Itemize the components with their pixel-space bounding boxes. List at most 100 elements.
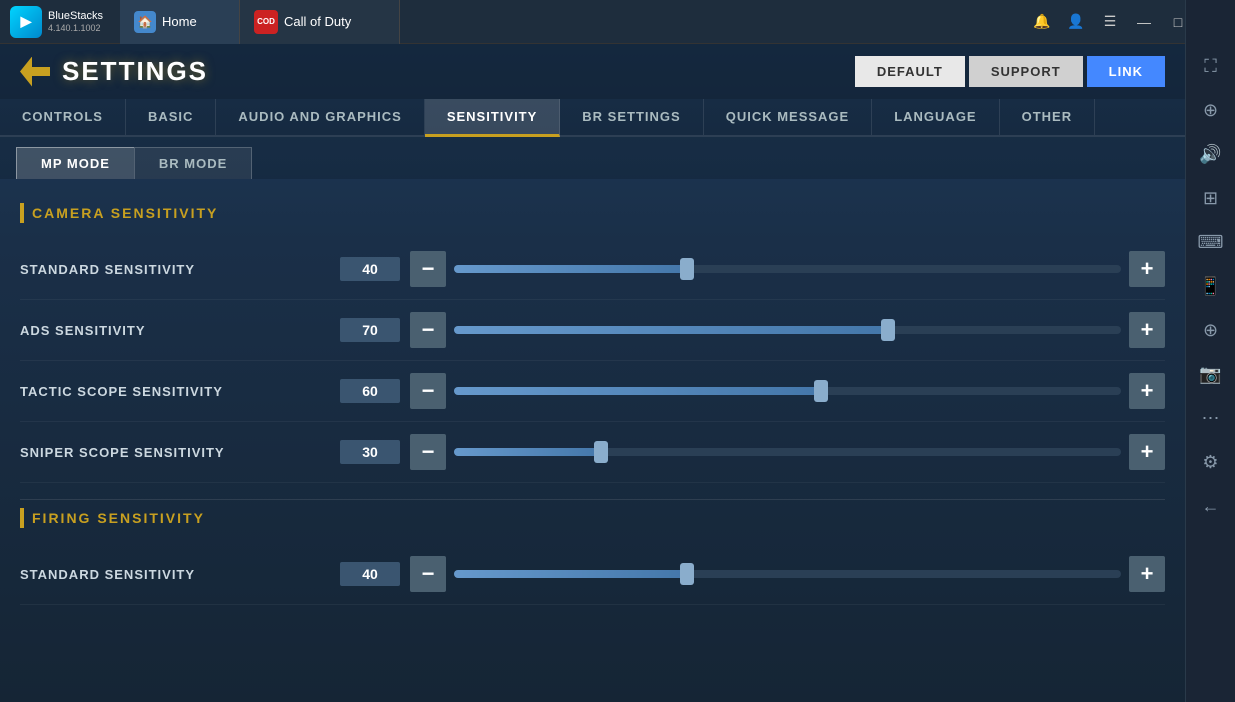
tab-br-settings[interactable]: BR SETTINGS <box>560 99 703 135</box>
keyboard-icon[interactable]: ⌨ <box>1191 222 1231 262</box>
firing-standard-sensitivity-slider: − + <box>410 556 1165 592</box>
tactic-scope-sensitivity-slider: − + <box>410 373 1165 409</box>
tab-sensitivity[interactable]: SENSITIVITY <box>425 99 560 137</box>
volume-icon[interactable]: 🔊 <box>1191 134 1231 174</box>
camera-section-label: CAMERA SENSITIVITY <box>32 205 218 221</box>
back-icon[interactable]: ← <box>1191 486 1231 526</box>
standard-sensitivity-minus[interactable]: − <box>410 251 446 287</box>
right-sidebar: ⛶ ⊕ 🔊 ⊞ ⌨ 📱 ⊕ 📷 ⋯ ⚙ ← <box>1185 0 1235 702</box>
home-tab-label: Home <box>162 14 197 29</box>
settings-heading: SETTINGS <box>62 56 208 87</box>
tab-basic[interactable]: BASIC <box>126 99 216 135</box>
fullscreen-icon[interactable]: ⛶ <box>1191 46 1231 86</box>
tab-audio-graphics[interactable]: AUDIO AND GRAPHICS <box>216 99 424 135</box>
ads-sensitivity-thumb[interactable] <box>881 319 895 341</box>
sniper-scope-sensitivity-minus[interactable]: − <box>410 434 446 470</box>
settings-body: CAMERA SENSITIVITY STANDARD SENSITIVITY … <box>0 179 1185 702</box>
ads-sensitivity-plus[interactable]: + <box>1129 312 1165 348</box>
tab-controls[interactable]: CONTROLS <box>0 99 126 135</box>
ads-sensitivity-slider: − + <box>410 312 1165 348</box>
tactic-scope-sensitivity-plus[interactable]: + <box>1129 373 1165 409</box>
sniper-scope-sensitivity-fill <box>454 448 601 456</box>
standard-sensitivity-slider: − + <box>410 251 1165 287</box>
ads-sensitivity-value: 70 <box>340 318 400 342</box>
sniper-scope-sensitivity-thumb[interactable] <box>594 441 608 463</box>
tab-language[interactable]: LANGUAGE <box>872 99 999 135</box>
standard-sensitivity-track[interactable] <box>454 265 1121 273</box>
tactic-scope-sensitivity-thumb[interactable] <box>814 380 828 402</box>
game-tab[interactable]: COD Call of Duty <box>240 0 400 44</box>
firing-standard-sensitivity-minus[interactable]: − <box>410 556 446 592</box>
firing-section-label: FIRING SENSITIVITY <box>32 510 205 526</box>
camera-section-title: CAMERA SENSITIVITY <box>20 203 1165 223</box>
tab-br-mode[interactable]: BR MODE <box>134 147 252 179</box>
firing-standard-sensitivity-fill <box>454 570 687 578</box>
camera-icon[interactable]: 📷 <box>1191 354 1231 394</box>
section-bar-icon <box>20 203 24 223</box>
standard-sensitivity-label: STANDARD SENSITIVITY <box>20 262 340 277</box>
sniper-scope-sensitivity-label: SNIPER SCOPE SENSITIVITY <box>20 445 340 460</box>
settings-title: SETTINGS <box>20 56 208 87</box>
sniper-scope-sensitivity-row: SNIPER SCOPE SENSITIVITY 30 − + <box>20 422 1165 483</box>
hamburger-menu-icon[interactable]: ☰ <box>1095 8 1125 36</box>
tactic-scope-sensitivity-value: 60 <box>340 379 400 403</box>
standard-sensitivity-plus[interactable]: + <box>1129 251 1165 287</box>
main-tabs: CONTROLS BASIC AUDIO AND GRAPHICS SENSIT… <box>0 99 1185 137</box>
expand-icon[interactable]: ⊕ <box>1191 90 1231 130</box>
ads-sensitivity-track[interactable] <box>454 326 1121 334</box>
ads-sensitivity-minus[interactable]: − <box>410 312 446 348</box>
firing-standard-sensitivity-thumb[interactable] <box>680 563 694 585</box>
main-content: SETTINGS DEFAULT SUPPORT LINK CONTROLS B… <box>0 44 1185 702</box>
header-buttons: DEFAULT SUPPORT LINK <box>855 56 1165 87</box>
tactic-scope-sensitivity-minus[interactable]: − <box>410 373 446 409</box>
tab-mp-mode[interactable]: MP MODE <box>16 147 134 179</box>
game-tab-label: Call of Duty <box>284 14 351 29</box>
add-icon[interactable]: ⊕ <box>1191 310 1231 350</box>
tactic-scope-sensitivity-row: TACTIC SCOPE SENSITIVITY 60 − + <box>20 361 1165 422</box>
firing-standard-sensitivity-row: STANDARD SENSITIVITY 40 − + <box>20 544 1165 605</box>
titlebar: ▶ BlueStacks 4.140.1.1002 🏠 Home COD Cal… <box>0 0 1235 44</box>
back-arrow-icon[interactable] <box>20 57 50 87</box>
home-icon: 🏠 <box>134 11 156 33</box>
firing-standard-sensitivity-track[interactable] <box>454 570 1121 578</box>
home-tab[interactable]: 🏠 Home <box>120 0 240 44</box>
phone-icon[interactable]: 📱 <box>1191 266 1231 306</box>
sniper-scope-sensitivity-value: 30 <box>340 440 400 464</box>
mode-tabs: MP MODE BR MODE <box>0 137 1185 179</box>
ads-sensitivity-row: ADS SENSITIVITY 70 − + <box>20 300 1165 361</box>
tab-other[interactable]: OTHER <box>1000 99 1096 135</box>
game-icon: COD <box>254 10 278 34</box>
bluestacks-icon: ▶ <box>10 6 42 38</box>
standard-sensitivity-row: STANDARD SENSITIVITY 40 − + <box>20 239 1165 300</box>
sniper-scope-sensitivity-track[interactable] <box>454 448 1121 456</box>
firing-section-title: FIRING SENSITIVITY <box>20 508 1165 528</box>
tactic-scope-sensitivity-track[interactable] <box>454 387 1121 395</box>
firing-section-bar-icon <box>20 508 24 528</box>
notification-icon[interactable]: 🔔 <box>1027 8 1057 36</box>
standard-sensitivity-value: 40 <box>340 257 400 281</box>
settings-header: SETTINGS DEFAULT SUPPORT LINK <box>0 44 1185 99</box>
bluestacks-name: BlueStacks <box>48 10 103 23</box>
default-button[interactable]: DEFAULT <box>855 56 965 87</box>
account-icon[interactable]: 👤 <box>1061 8 1091 36</box>
more-icon[interactable]: ⋯ <box>1191 398 1231 438</box>
firing-standard-sensitivity-value: 40 <box>340 562 400 586</box>
sniper-scope-sensitivity-slider: − + <box>410 434 1165 470</box>
standard-sensitivity-thumb[interactable] <box>680 258 694 280</box>
firing-standard-sensitivity-plus[interactable]: + <box>1129 556 1165 592</box>
support-button[interactable]: SUPPORT <box>969 56 1083 87</box>
firing-standard-sensitivity-label: STANDARD SENSITIVITY <box>20 567 340 582</box>
tactic-scope-sensitivity-label: TACTIC SCOPE SENSITIVITY <box>20 384 340 399</box>
sniper-scope-sensitivity-plus[interactable]: + <box>1129 434 1165 470</box>
bluestacks-logo: ▶ BlueStacks 4.140.1.1002 <box>0 6 120 38</box>
settings-gear-icon[interactable]: ⚙ <box>1191 442 1231 482</box>
link-button[interactable]: LINK <box>1087 56 1165 87</box>
resize-icon[interactable]: ⊞ <box>1191 178 1231 218</box>
minimize-button[interactable]: — <box>1129 8 1159 36</box>
tab-quick-message[interactable]: QUICK MESSAGE <box>704 99 873 135</box>
section-divider <box>20 499 1165 500</box>
bluestacks-info: BlueStacks 4.140.1.1002 <box>48 10 103 33</box>
standard-sensitivity-fill <box>454 265 687 273</box>
ads-sensitivity-label: ADS SENSITIVITY <box>20 323 340 338</box>
ads-sensitivity-fill <box>454 326 888 334</box>
